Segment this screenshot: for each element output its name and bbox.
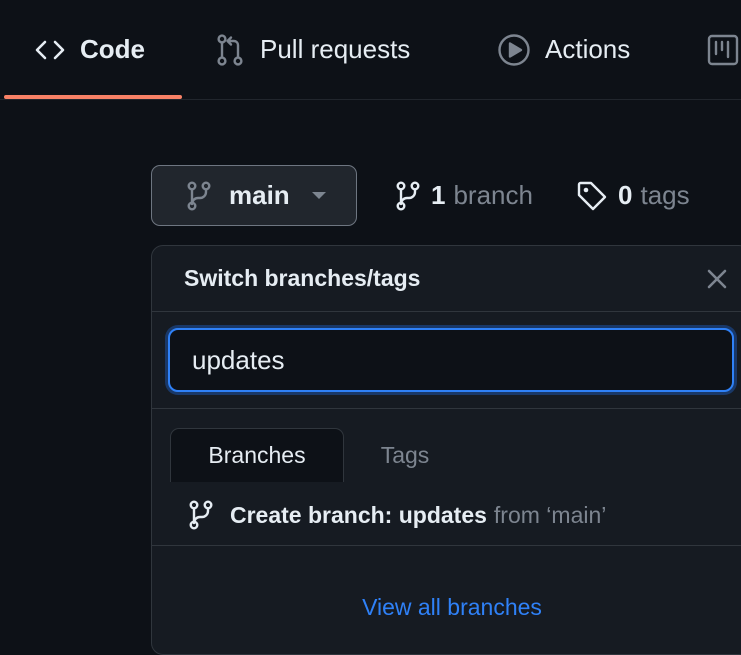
divider xyxy=(152,545,741,546)
tab-branches[interactable]: Branches xyxy=(170,428,344,482)
project-board-icon xyxy=(706,33,740,67)
tags-count-link[interactable]: 0 tags xyxy=(576,165,690,226)
git-pull-request-icon xyxy=(214,33,246,67)
code-icon xyxy=(34,34,66,66)
git-branch-icon xyxy=(188,499,214,531)
repo-nav: Code Pull requests Actions xyxy=(0,0,741,100)
tab-pull-requests[interactable]: Pull requests xyxy=(214,0,410,99)
git-branch-icon xyxy=(186,180,212,212)
close-icon xyxy=(706,268,728,290)
divider xyxy=(152,408,741,409)
tab-actions[interactable]: Actions xyxy=(497,0,630,99)
branch-selector-button[interactable]: main xyxy=(151,165,357,226)
tab-actions-label: Actions xyxy=(545,34,631,64)
divider xyxy=(152,311,741,312)
tab-code-label: Code xyxy=(80,34,145,64)
tab-tags[interactable]: Tags xyxy=(360,428,450,482)
create-branch-item[interactable]: Create branch: updates from ‘main’ xyxy=(152,486,741,544)
tab-projects[interactable] xyxy=(706,0,741,99)
branches-count-link[interactable]: 1 branch xyxy=(395,165,533,226)
tab-code[interactable]: Code xyxy=(34,0,145,99)
chevron-down-icon xyxy=(311,192,326,199)
branches-count: 1 xyxy=(431,180,446,210)
branch-search-input[interactable] xyxy=(168,328,734,392)
close-button[interactable] xyxy=(702,264,732,294)
play-icon xyxy=(497,33,531,67)
tag-icon xyxy=(576,180,608,212)
tags-label: tags xyxy=(640,180,690,210)
create-branch-source: from ‘main’ xyxy=(493,501,607,528)
branch-switcher-dropdown: Switch branches/tags Branches Tags Creat… xyxy=(151,245,741,655)
git-branch-icon xyxy=(395,180,421,212)
tags-count: 0 xyxy=(618,180,633,210)
active-tab-underline xyxy=(4,95,182,99)
create-branch-label: Create branch: updates xyxy=(230,501,487,528)
current-branch-label: main xyxy=(229,180,290,210)
dropdown-title: Switch branches/tags xyxy=(184,265,421,291)
tab-pull-requests-label: Pull requests xyxy=(260,34,411,64)
branches-label: branch xyxy=(453,180,533,210)
view-all-branches-link[interactable]: View all branches xyxy=(152,594,741,621)
